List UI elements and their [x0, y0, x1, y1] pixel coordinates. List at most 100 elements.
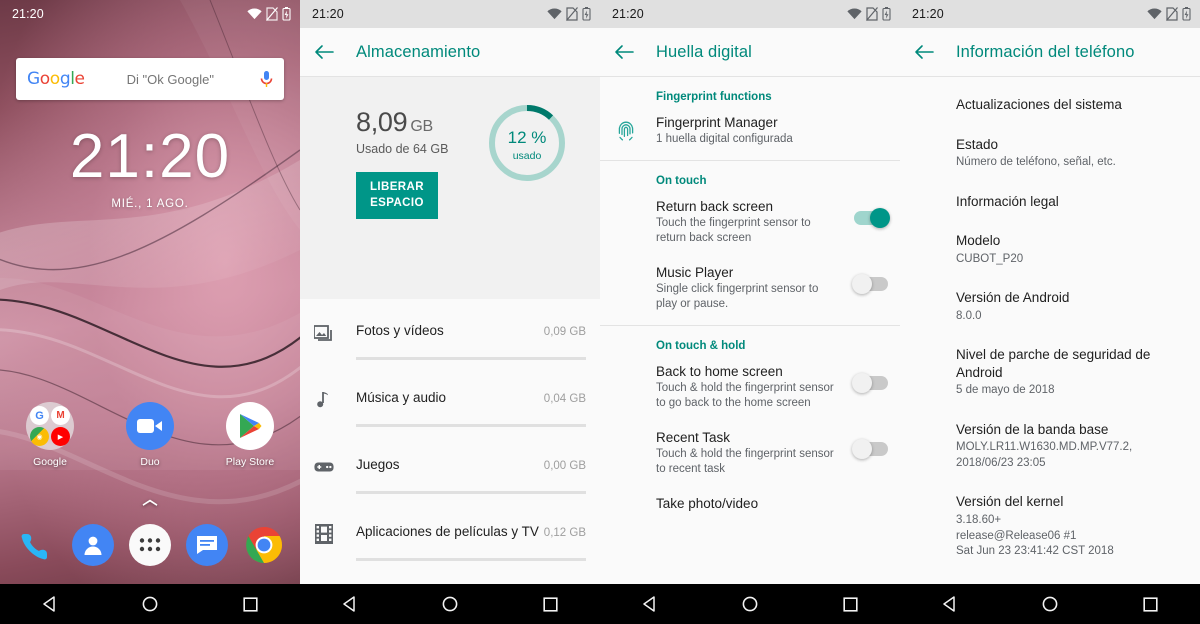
- nav-bar-phone-info: [900, 584, 1200, 624]
- app-label: Duo: [140, 456, 160, 468]
- fingerprint-manager-row[interactable]: Fingerprint Manager 1 huella digital con…: [600, 109, 900, 160]
- app-duo[interactable]: Duo: [100, 402, 200, 468]
- phone-icon[interactable]: [15, 524, 57, 566]
- setting-subtitle: Single click fingerprint sensor to play …: [656, 282, 819, 311]
- info-row-kernel[interactable]: Versión del kernel 3.18.60+ release@Rele…: [900, 482, 1200, 570]
- duo-icon[interactable]: [126, 402, 174, 450]
- info-row-security-patch[interactable]: Nivel de parche de seguridad de Android …: [900, 335, 1200, 410]
- setting-row-music-player[interactable]: Music Player Single click fingerprint se…: [600, 259, 900, 325]
- info-row-system-updates[interactable]: Actualizaciones del sistema: [900, 85, 1200, 125]
- fingerprint-scroll-area[interactable]: Fingerprint functions Fingerprint Manage…: [600, 77, 900, 624]
- status-icons: [1147, 7, 1191, 21]
- category-name: Juegos: [356, 457, 400, 472]
- google-folder-icon[interactable]: G M ◉ ▶: [26, 402, 74, 450]
- home-app-row: G M ◉ ▶ Google Duo Play Store: [0, 402, 300, 468]
- home-circle-icon[interactable]: [142, 596, 158, 612]
- info-subtitle: 3.18.60+ release@Release06 #1 Sat Jun 23…: [956, 514, 1114, 558]
- status-icons: [547, 7, 591, 21]
- music-icon: [317, 392, 328, 408]
- wifi-icon: [547, 8, 562, 20]
- page-title: Almacenamiento: [356, 42, 481, 61]
- section-header-on-touch-hold: On touch & hold: [656, 339, 746, 352]
- page-title: Información del teléfono: [956, 42, 1135, 61]
- info-row-baseband[interactable]: Versión de la banda base MOLY.LR11.W1630…: [900, 410, 1200, 483]
- usage-bar: [356, 558, 586, 561]
- status-icons: [247, 7, 291, 21]
- info-row-android-version[interactable]: Versión de Android 8.0.0: [900, 278, 1200, 335]
- home-circle-icon[interactable]: [742, 596, 758, 612]
- usage-bar: [356, 357, 586, 360]
- messages-icon[interactable]: [185, 524, 228, 566]
- free-space-button[interactable]: LIBERAR ESPACIO: [356, 172, 438, 220]
- list-item[interactable]: Fotos y vídeos 0,09 GB: [300, 303, 600, 370]
- app-drawer-icon[interactable]: [128, 524, 171, 566]
- battery-icon: [282, 7, 291, 21]
- home-circle-icon[interactable]: [1042, 596, 1058, 612]
- info-subtitle: 5 de mayo de 2018: [956, 384, 1055, 397]
- play-store-icon[interactable]: [226, 402, 274, 450]
- battery-icon: [1182, 7, 1191, 21]
- sim-off-icon: [1166, 7, 1178, 21]
- storage-app-bar: Almacenamiento: [300, 28, 600, 76]
- screenshot-stage: 21:20 Google Di "Ok Google" 21:20 MIÉ., …: [0, 0, 1200, 624]
- home-circle-icon[interactable]: [442, 596, 458, 612]
- back-arrow-icon[interactable]: [914, 44, 934, 60]
- category-size: 0,00 GB: [543, 460, 586, 472]
- setting-row-recent-task[interactable]: Recent Task Touch & hold the fingerprint…: [600, 424, 900, 490]
- setting-title: Take photo/video: [656, 495, 759, 511]
- back-triangle-icon[interactable]: [42, 596, 58, 612]
- chrome-icon[interactable]: [243, 524, 285, 566]
- free-space-line2: ESPACIO: [370, 196, 424, 209]
- contacts-icon[interactable]: [72, 524, 115, 566]
- list-item[interactable]: Aplicaciones de películas y TV 0,12 GB: [300, 504, 600, 571]
- list-item[interactable]: Juegos 0,00 GB: [300, 437, 600, 504]
- storage-summary: 8,09 GB Usado de 64 GB LIBERAR ESPACIO 12 …: [300, 77, 600, 299]
- setting-row-return-back-screen[interactable]: Return back screen Touch the fingerprint…: [600, 193, 900, 259]
- app-google-folder[interactable]: G M ◉ ▶ Google: [0, 402, 100, 468]
- back-triangle-icon[interactable]: [642, 596, 658, 612]
- section-header-functions: Fingerprint functions: [656, 91, 772, 103]
- setting-subtitle: Touch & hold the fingerprint sensor to g…: [656, 381, 834, 410]
- info-row-legal[interactable]: Información legal: [900, 182, 1200, 222]
- back-arrow-icon[interactable]: [614, 44, 634, 60]
- setting-row-back-to-home[interactable]: Back to home screen Touch & hold the fin…: [600, 358, 900, 424]
- recents-square-icon[interactable]: [843, 596, 858, 612]
- info-row-model[interactable]: Modelo CUBOT_P20: [900, 221, 1200, 278]
- nav-bar-storage: [300, 584, 600, 624]
- recents-square-icon[interactable]: [243, 596, 258, 612]
- info-title: Versión del kernel: [956, 494, 1064, 510]
- storage-unit: GB: [410, 118, 433, 135]
- back-triangle-icon[interactable]: [942, 596, 958, 612]
- nav-bar-home: [0, 584, 300, 624]
- sim-off-icon: [566, 7, 578, 21]
- category-name: Aplicaciones de películas y TV: [356, 524, 539, 539]
- recents-square-icon[interactable]: [1143, 596, 1158, 612]
- info-row-status[interactable]: Estado Número de teléfono, señal, etc.: [900, 125, 1200, 182]
- app-play-store[interactable]: Play Store: [200, 402, 300, 468]
- back-triangle-icon[interactable]: [342, 596, 358, 612]
- info-title: Versión de la banda base: [956, 421, 1109, 437]
- phone-info-scroll-area[interactable]: Actualizaciones del sistema Estado Númer…: [900, 77, 1200, 624]
- mic-icon[interactable]: [260, 70, 273, 89]
- info-title: Actualizaciones del sistema: [956, 97, 1122, 112]
- google-search-bar[interactable]: Google Di "Ok Google": [16, 58, 284, 100]
- battery-icon: [582, 7, 591, 21]
- back-arrow-icon[interactable]: [314, 44, 334, 60]
- home-clock: 21:20: [69, 122, 231, 191]
- category-size: 0,12 GB: [543, 527, 586, 539]
- app-label: Play Store: [225, 456, 275, 468]
- toggle-music-player[interactable]: [852, 273, 888, 294]
- status-clock: 21:20: [312, 7, 344, 21]
- setting-row-take-photo-video[interactable]: Take photo/video: [600, 490, 900, 523]
- recents-square-icon[interactable]: [543, 596, 558, 612]
- info-subtitle: Número de teléfono, señal, etc.: [956, 156, 1116, 169]
- status-bar-phone-info: 21:20: [900, 0, 1200, 28]
- category-size: 0,04 GB: [543, 393, 586, 405]
- status-icons: [847, 7, 891, 21]
- toggle-return-back-screen[interactable]: [854, 207, 890, 228]
- list-item[interactable]: Música y audio 0,04 GB: [300, 370, 600, 437]
- toggle-back-to-home[interactable]: [852, 372, 888, 393]
- toggle-recent-task[interactable]: [852, 438, 888, 459]
- chevron-up-icon[interactable]: ︿: [0, 488, 300, 509]
- free-space-line1: LIBERAR: [370, 181, 424, 193]
